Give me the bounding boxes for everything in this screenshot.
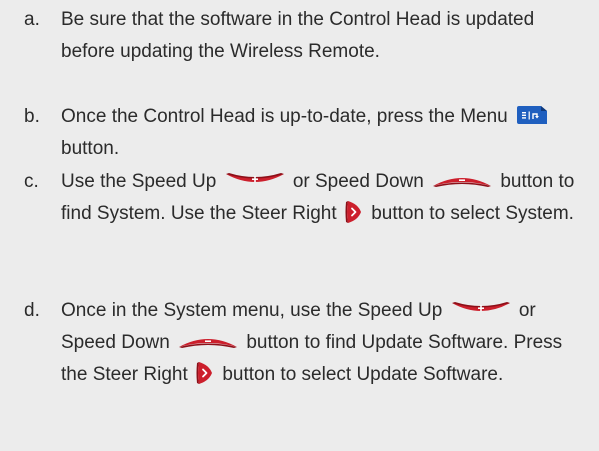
step-text-part: button to select Update Software. bbox=[222, 364, 504, 385]
step-marker: b. bbox=[24, 106, 40, 127]
step-text-part: Be sure that the software in the Control… bbox=[61, 9, 535, 62]
step-text: Once in the System menu, use the Speed U… bbox=[61, 295, 584, 391]
step-text-part: or Speed Down bbox=[292, 171, 424, 192]
step-text: Be sure that the software in the Control… bbox=[61, 4, 584, 68]
step-text-part: Use the Speed Up bbox=[61, 171, 217, 192]
instruction-list: a. Be sure that the software in the Cont… bbox=[0, 0, 599, 451]
step-b: b. Once the Control Head is up-to-date, … bbox=[24, 101, 584, 165]
speed-up-button-icon bbox=[451, 301, 511, 317]
steer-right-button-icon bbox=[196, 361, 214, 385]
step-text-part: Once the Control Head is up-to-date, pre… bbox=[61, 106, 508, 127]
step-text-part: button. bbox=[61, 138, 120, 159]
speed-down-button-icon bbox=[178, 333, 238, 349]
step-marker: d. bbox=[24, 300, 40, 321]
steer-right-button-icon bbox=[345, 200, 363, 224]
step-text: Use the Speed Up or Speed Down button to… bbox=[61, 166, 584, 230]
step-c: c. Use the Speed Up or Speed Down button… bbox=[24, 166, 584, 230]
step-a: a. Be sure that the software in the Cont… bbox=[24, 4, 584, 68]
step-marker: a. bbox=[24, 9, 40, 30]
step-text: Once the Control Head is up-to-date, pre… bbox=[61, 101, 584, 165]
speed-down-button-icon bbox=[432, 172, 492, 188]
speed-up-button-icon bbox=[225, 172, 285, 188]
step-text-part: button to select System. bbox=[371, 203, 574, 224]
step-d: d. Once in the System menu, use the Spee… bbox=[24, 295, 584, 391]
menu-button-icon bbox=[516, 105, 548, 125]
step-text-part: Once in the System menu, use the Speed U… bbox=[61, 300, 443, 321]
step-marker: c. bbox=[24, 171, 39, 192]
